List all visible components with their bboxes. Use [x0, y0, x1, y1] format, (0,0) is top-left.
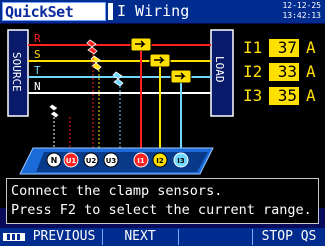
line-label-s: S	[34, 48, 41, 61]
reading-i1: I1 37 A	[238, 38, 320, 58]
reading-unit: A	[306, 86, 316, 105]
reading-unit: A	[306, 62, 316, 81]
instrument-screen: QuickSet 4/8 I Wiring 12-12-25 13:42:13 …	[0, 0, 325, 246]
previous-button[interactable]: PREVIOUS	[28, 228, 100, 246]
clamp-sensor-i2-icon	[149, 53, 171, 68]
instruction-message: Connect the clamp sensors. Press F2 to s…	[6, 178, 319, 224]
clock: 12-12-25 13:42:13	[282, 1, 321, 21]
terminal-i1: I1	[133, 152, 149, 168]
voltage-leads	[53, 50, 121, 148]
header-bar: QuickSet 4/8 I Wiring 12-12-25 13:42:13	[0, 0, 325, 40]
reading-value: 35	[269, 87, 299, 105]
clamp-sensor-i1-icon	[130, 37, 152, 52]
reading-label: I1	[243, 38, 263, 57]
terminal-i3: I3	[173, 152, 189, 168]
tab-separator	[108, 3, 113, 20]
svg-text:U2: U2	[86, 157, 97, 165]
terminal-u2: U2	[83, 152, 99, 168]
quickset-step-tab: QuickSet 4/8	[2, 2, 106, 40]
svg-text:N: N	[51, 156, 58, 165]
line-label-t: T	[34, 64, 41, 77]
wiring-tab-label: I Wiring	[117, 2, 190, 20]
stop-quickset-button[interactable]: STOP QS	[254, 228, 324, 246]
next-button[interactable]: NEXT	[104, 228, 176, 246]
terminal-i2: I2	[152, 152, 168, 168]
reading-unit: A	[306, 38, 316, 57]
reading-label: I2	[243, 62, 263, 81]
svg-text:U1: U1	[66, 157, 77, 165]
load-label: LOAD	[213, 56, 226, 83]
reading-value: 33	[269, 63, 299, 81]
line-label-n: N	[34, 80, 41, 93]
voltage-clip-n-icon	[48, 103, 60, 119]
source-box: SOURCE	[7, 29, 29, 117]
line-label-r: R	[34, 32, 41, 45]
clamp-sensor-i3-icon	[170, 69, 192, 84]
f3-button[interactable]	[180, 228, 250, 246]
source-label: SOURCE	[10, 52, 23, 92]
voltage-clip-u3-icon	[112, 71, 124, 87]
function-key-bar: PREVIOUS NEXT STOP QS	[0, 228, 325, 246]
reading-label: I3	[243, 86, 263, 105]
svg-text:I1: I1	[137, 157, 145, 165]
battery-icon	[3, 233, 25, 241]
reading-value: 37	[269, 39, 299, 57]
svg-text:I2: I2	[156, 157, 164, 165]
divider	[102, 229, 103, 245]
message-line-2: Press F2 to select the current range.	[11, 202, 312, 218]
terminal-u3: U3	[103, 152, 119, 168]
reading-i2: I2 33 A	[238, 62, 320, 82]
voltage-clip-u1-icon	[86, 39, 98, 55]
reading-i3: I3 35 A	[238, 86, 320, 106]
divider	[178, 229, 179, 245]
svg-text:I3: I3	[177, 157, 185, 165]
load-box: LOAD	[210, 29, 234, 117]
svg-text:U3: U3	[106, 157, 117, 165]
message-line-1: Connect the clamp sensors.	[11, 183, 223, 199]
divider	[252, 229, 253, 245]
terminal-n: N	[46, 152, 62, 168]
clock-date: 12-12-25	[282, 1, 321, 10]
clock-time: 13:42:13	[282, 11, 321, 20]
terminal-u1: U1	[63, 152, 79, 168]
